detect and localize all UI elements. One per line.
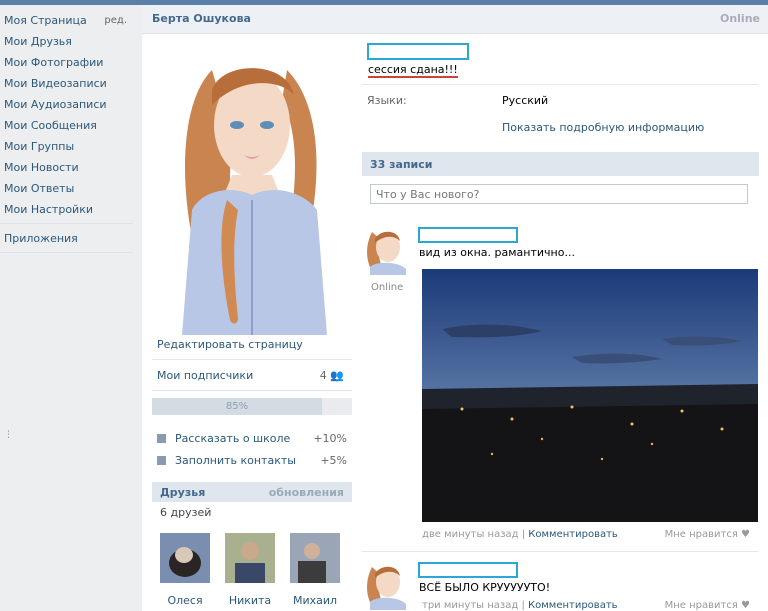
like-label: Мне нравится (664, 529, 738, 540)
languages-value: Русский (502, 94, 549, 107)
heart-icon: ♥ (741, 529, 750, 540)
tip-label: Заполнить контакты (175, 454, 296, 467)
friend-item[interactable]: Михаил (289, 533, 341, 607)
redacted-name-box (418, 227, 518, 243)
subscribers-row[interactable]: Мои подписчики 4 👥 (157, 369, 344, 382)
tip-percent: +5% (320, 454, 347, 467)
redacted-name-box (418, 562, 518, 578)
wall-post-input[interactable]: Что у Вас нового? (370, 184, 748, 204)
school-icon (157, 434, 166, 443)
tip-label: Рассказать о школе (175, 432, 291, 445)
nav-label: Моя Страница (4, 14, 87, 27)
friend-item[interactable]: Олеся (159, 533, 211, 607)
edit-page-link[interactable]: Редактировать страницу (157, 338, 352, 351)
heart-icon: ♥ (741, 600, 750, 611)
page-header: Берта Ошукова Online (142, 5, 768, 34)
redacted-name-box (367, 43, 469, 60)
post-author-avatar[interactable] (362, 227, 410, 275)
nav-item-groups[interactable]: Мои Группы (0, 136, 135, 157)
left-nav: Моя Страница ред. Мои Друзья Мои Фотограф… (0, 10, 135, 257)
wall-header: 33 записи (362, 152, 759, 176)
divider (362, 84, 758, 85)
nav-item-apps[interactable]: Приложения (0, 228, 135, 249)
friend-name: Никита (228, 594, 272, 607)
like-button[interactable]: Мне нравится ♥ (665, 529, 750, 540)
nav-item-photos[interactable]: Мои Фотографии (0, 52, 135, 73)
post-meta: три минуты назад | Комментировать Мне нр… (422, 600, 750, 611)
friend-name: Михаил (292, 594, 338, 607)
nav-item-my-page[interactable]: Моя Страница ред. (0, 10, 135, 31)
online-status: Online (719, 12, 760, 25)
like-button[interactable]: Мне нравится ♥ (665, 600, 750, 611)
subscribers-count-value: 4 (319, 369, 327, 382)
nav-item-videos[interactable]: Мои Видеозаписи (0, 73, 135, 94)
profile-avatar[interactable] (172, 60, 332, 335)
profile-page: Берта Ошукова Online Редактировать стран… (142, 5, 768, 611)
people-icon: 👥 (330, 369, 344, 382)
status-value: сессия сдана!!! (368, 63, 458, 78)
divider (362, 551, 758, 552)
nav-item-audio[interactable]: Мои Аудиозаписи (0, 94, 135, 115)
divider (152, 390, 352, 391)
friend-avatar (290, 533, 340, 583)
tip-contacts[interactable]: Заполнить контакты +5% (157, 454, 347, 467)
post-photo[interactable] (422, 269, 758, 522)
like-label: Мне нравится (664, 600, 738, 611)
phone-icon (157, 456, 166, 465)
friend-name: Олеся (167, 594, 203, 607)
friend-avatar (225, 533, 275, 583)
post-time[interactable]: две минуты назад (422, 529, 519, 540)
divider (152, 359, 352, 360)
edit-link[interactable]: ред. (104, 10, 127, 31)
nav-divider (0, 223, 133, 224)
comment-link[interactable]: Комментировать (528, 600, 618, 611)
nav-divider (0, 252, 133, 253)
nav-item-answers[interactable]: Мои Ответы (0, 178, 135, 199)
friends-header: Друзья обновления (152, 482, 352, 502)
languages-label: Языки: (367, 94, 407, 107)
comment-link[interactable]: Комментировать (528, 529, 618, 540)
author-online: Online (371, 282, 404, 293)
friend-avatar (160, 533, 210, 583)
friends-count[interactable]: 6 друзей (160, 506, 211, 519)
friends-updates-link[interactable]: обновления (269, 486, 344, 499)
nav-item-news[interactable]: Мои Новости (0, 157, 135, 178)
subscribers-count: 4 👥 (320, 369, 344, 382)
progress-label: 85% (225, 401, 249, 412)
post-text: ВСЁ БЫЛО КРУУУУУТО! (419, 581, 551, 594)
wall-count[interactable]: 33 записи (370, 158, 433, 171)
subscribers-label: Мои подписчики (157, 369, 254, 382)
post-time[interactable]: три минуты назад (422, 600, 518, 611)
tip-school[interactable]: Рассказать о школе +10% (157, 432, 347, 445)
post-meta: две минуты назад | Комментировать Мне нр… (422, 529, 750, 540)
friends-title[interactable]: Друзья (160, 486, 205, 499)
page-title: Берта Ошукова (152, 12, 251, 25)
nav-item-friends[interactable]: Мои Друзья (0, 31, 135, 52)
more-info-link[interactable]: Показать подробную информацию (502, 121, 704, 134)
tip-percent: +10% (313, 432, 347, 445)
status-text[interactable]: сессия сдана!!! (368, 63, 458, 78)
friend-item[interactable]: Никита (224, 533, 276, 607)
post-text: вид из окна. рамантично... (419, 246, 575, 259)
nav-item-messages[interactable]: Мои Сообщения (0, 115, 135, 136)
dots-icon: ⋮ (4, 430, 13, 440)
post-author-avatar[interactable] (362, 562, 410, 610)
profile-completeness-bar: 85% (152, 398, 352, 415)
nav-item-settings[interactable]: Мои Настройки (0, 199, 135, 220)
